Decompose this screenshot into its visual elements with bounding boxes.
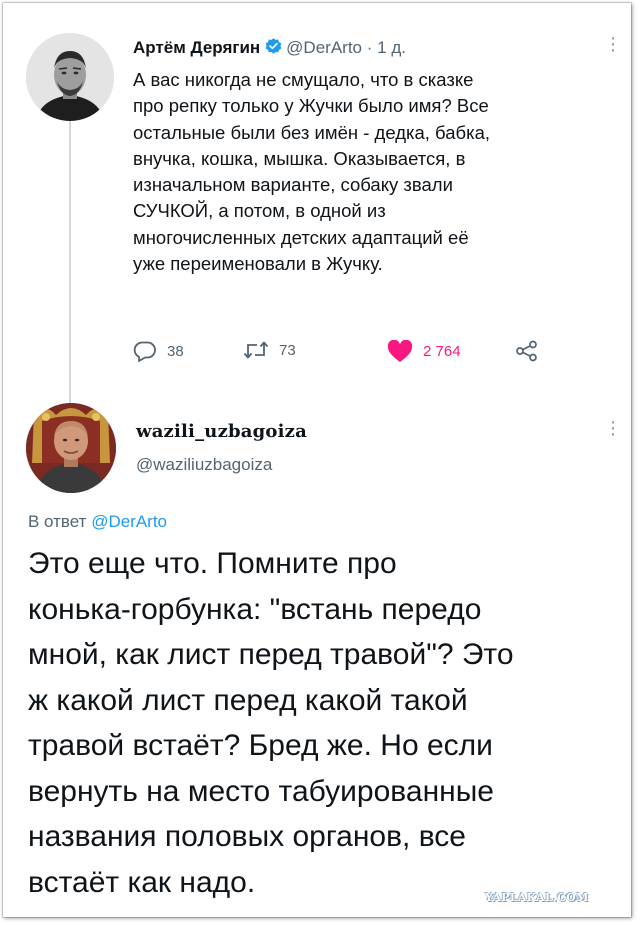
man-throne-avatar-icon <box>26 403 116 493</box>
like-button[interactable]: 2 764 <box>387 340 461 363</box>
tweet1-time[interactable]: 1 д. <box>377 38 406 57</box>
tweet1-text-line: многочисленных детских адаптаций её <box>133 226 469 248</box>
reply-author-name[interactable]: wazili_uzbagoiza <box>136 421 307 442</box>
thread-connector-line <box>69 121 71 403</box>
author-avatar[interactable] <box>26 33 114 121</box>
tweet2-text-line: вернуть на место табуированные <box>28 774 494 808</box>
tweet1-text-line: внучка, кошка, мышка. Оказывается, в <box>133 147 466 169</box>
tweet1-more-icon[interactable]: · · · <box>607 28 619 60</box>
tweet1-text-line: уже переименовали в Жучку. <box>133 253 383 275</box>
tweet1-text-line: изначальном варианте, собаку звали <box>133 174 453 196</box>
retweet-icon <box>243 340 269 360</box>
tweet1-action-bar: 38 73 2 764 <box>133 340 563 364</box>
site-watermark: YAPLAKAL.COM <box>485 891 589 904</box>
tweet1-text-line: СУЧКОЙ, а потом, в одной из <box>133 200 386 222</box>
reply-icon <box>133 340 157 362</box>
reply-to-line: В ответ @DerArto <box>28 512 167 532</box>
reply-to-prefix: В ответ <box>28 512 87 531</box>
verified-badge-icon <box>264 37 283 61</box>
tweet1-author-name[interactable]: Артём Дерягин <box>133 38 260 57</box>
tweet2-text-line: травой встаёт? Бред же. Но если <box>28 729 493 762</box>
reply-author-handle[interactable]: @waziliuzbagoiza <box>136 455 272 475</box>
retweet-button[interactable]: 73 <box>243 340 296 360</box>
tweet2-text: Это еще что. Помните про конька-горбунка… <box>28 541 623 905</box>
reply-button[interactable]: 38 <box>133 340 184 362</box>
tweet2-text-line: ж какой лист перед какой такой <box>28 683 468 717</box>
tweet2-text-line: названия половых органов, все <box>28 820 466 853</box>
heart-icon <box>387 340 413 363</box>
tweet1-text-line: А вас никогда не смущало, что в сказке <box>133 69 474 90</box>
retweet-count: 73 <box>279 341 296 359</box>
tweet1-header: Артём Дерягин @DerArto · 1 д. <box>133 37 406 61</box>
tweet2-text-line: Это еще что. Помните про <box>28 547 397 580</box>
tweet1-text-line: про репку только у Жучки было имя? Все <box>133 95 489 117</box>
like-count: 2 764 <box>423 343 461 360</box>
reply-author-avatar[interactable] <box>26 403 116 493</box>
tweet1-text-line: остальные были без имён - дедка, бабка, <box>133 121 491 143</box>
share-icon <box>515 340 539 362</box>
screenshot-frame: Артём Дерягин @DerArto · 1 д. · · · А вас н… <box>3 3 631 917</box>
reply-count: 38 <box>167 342 184 360</box>
reply-to-mention[interactable]: @DerArto <box>91 512 167 531</box>
tweet1-handle[interactable]: @DerArto <box>286 38 362 57</box>
share-button[interactable] <box>515 340 539 362</box>
tweet2-text-line: мной, как лист перед травой"? Это <box>28 638 514 671</box>
man-portrait-avatar-icon <box>26 33 114 121</box>
tweet1-text: А вас никогда не смущало, что в сказке п… <box>133 67 613 277</box>
tweet2-text-line: конька-горбунка: "встань передо <box>28 592 482 626</box>
tweet2-more-icon[interactable]: · · · <box>607 412 619 444</box>
